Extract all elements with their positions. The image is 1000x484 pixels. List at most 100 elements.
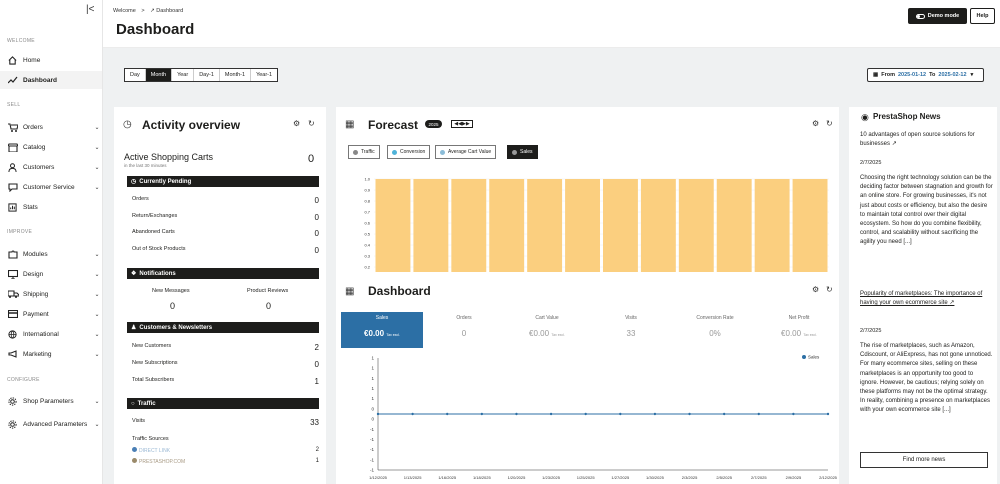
breadcrumb-separator: >: [141, 8, 145, 14]
chip-conversion[interactable]: Conversion: [387, 145, 431, 159]
date-range-picker[interactable]: ▦ From 2025-01-12 To 2025-02-12 ▾: [867, 68, 984, 82]
refresh-icon[interactable]: ↻: [826, 285, 833, 294]
sidebar-item-label: International: [23, 330, 59, 338]
pending-row[interactable]: Abandoned Carts 0: [132, 229, 319, 238]
forecast-nav-buttons[interactable]: ◀◀ ▶▶: [451, 120, 473, 128]
y-tick-label: 0.9: [364, 188, 370, 193]
traffic-header: ○ Traffic: [127, 398, 319, 409]
legend-dot: [132, 447, 137, 452]
period-day-1-button[interactable]: Day-1: [194, 69, 220, 81]
news-article-date: 2/7/2025: [860, 160, 882, 166]
sidebar-item-international[interactable]: International ⌄: [0, 325, 102, 343]
sidebar-item-payment[interactable]: Payment ⌄: [0, 305, 102, 323]
sidebar-item-stats[interactable]: Stats: [0, 198, 102, 216]
product-reviews-label: Product Reviews: [247, 288, 289, 294]
section-sell: SELL: [7, 102, 21, 108]
period-year-1-button[interactable]: Year-1: [251, 69, 277, 81]
y-tick-label: 1: [371, 366, 374, 371]
range-from: 2025-01-12: [897, 72, 927, 78]
sidebar-item-label: Customer Service: [23, 183, 75, 191]
traffic-source-row[interactable]: DIRECT LINK 2: [132, 447, 319, 454]
sidebar-item-customer-service[interactable]: Customer Service ⌄: [0, 178, 102, 196]
y-tick-label: -1: [370, 457, 374, 462]
traffic-source-row[interactable]: PRESTASHOP.COM 1: [132, 458, 319, 465]
customers-row[interactable]: Total Subscribers 1: [132, 377, 319, 386]
collapse-sidebar-icon[interactable]: |<: [86, 4, 94, 15]
find-more-news-button[interactable]: Find more news: [860, 452, 988, 468]
news-article-title[interactable]: 10 advantages of open source solutions f…: [860, 131, 990, 149]
sidebar-item-modules[interactable]: Modules ⌄: [0, 245, 102, 263]
sidebar-item-shipping[interactable]: Shipping ⌄: [0, 285, 102, 303]
pending-row[interactable]: Out of Stock Products 0: [132, 246, 319, 255]
sidebar-item-marketing[interactable]: Marketing ⌄: [0, 345, 102, 363]
chip-average-cart-value[interactable]: Average Cart Value: [435, 145, 497, 159]
sidebar-item-dashboard[interactable]: Dashboard: [0, 71, 102, 89]
help-button[interactable]: Help: [970, 8, 995, 24]
next-icon[interactable]: ▶▶: [462, 121, 470, 127]
kpi-visits[interactable]: Visits 33: [590, 312, 672, 348]
activity-overview-card: ◷ Activity overview ⚙ ↻ Active Shopping …: [114, 107, 326, 484]
sidebar-item-home[interactable]: Home: [0, 51, 102, 69]
sidebar-item-customers[interactable]: Customers ⌄: [0, 158, 102, 176]
clock-icon: ◷: [123, 119, 132, 130]
x-tick-label: 2/9/2025: [786, 475, 802, 480]
visits-row[interactable]: Visits 33: [132, 418, 319, 427]
news-article-title[interactable]: Popularity of marketplaces: The importan…: [860, 290, 993, 308]
gear-icon[interactable]: ⚙: [812, 119, 819, 128]
x-tick-label: 1/27/2025: [611, 475, 630, 480]
stats-icon: [8, 202, 20, 212]
sidebar-item-orders[interactable]: Orders ⌄: [0, 118, 102, 136]
chevron-down-icon: ⌄: [94, 144, 100, 151]
y-tick-label: 1: [371, 386, 374, 391]
section-improve: IMPROVE: [7, 229, 33, 235]
y-tick-label: 0.6: [364, 221, 370, 226]
period-month-1-button[interactable]: Month-1: [220, 69, 252, 81]
x-tick-label: 1/16/2025: [438, 475, 457, 480]
y-tick-label: 0.7: [364, 210, 370, 215]
user-icon: [8, 162, 20, 172]
y-tick-label: -1: [370, 468, 374, 473]
kpi-cart-value[interactable]: Cart Value €0.00 Tax excl.: [506, 312, 588, 348]
chip-traffic[interactable]: Traffic: [348, 145, 380, 159]
active-carts-value: 0: [308, 153, 315, 165]
period-day-button[interactable]: Day: [125, 69, 146, 81]
previous-icon[interactable]: ◀◀: [454, 121, 462, 127]
refresh-icon[interactable]: ↻: [826, 119, 833, 128]
chevron-down-icon: ⌄: [94, 421, 100, 428]
new-messages-value[interactable]: 0: [170, 301, 175, 311]
breadcrumb-root[interactable]: Welcome: [113, 8, 136, 14]
x-tick-label: 1/23/2025: [542, 475, 561, 480]
cart-icon: [8, 122, 20, 132]
card-icon: [8, 309, 20, 319]
external-link-icon: ↗: [891, 141, 897, 148]
customers-row[interactable]: New Subscriptions 0: [132, 360, 319, 369]
product-reviews-value[interactable]: 0: [266, 301, 271, 311]
customers-row[interactable]: New Customers 2: [132, 343, 319, 352]
prestashop-news-card: ◉ PrestaShop News 10 advantages of open …: [849, 107, 997, 484]
refresh-icon[interactable]: ↻: [308, 119, 315, 128]
chip-sales[interactable]: Sales: [507, 145, 538, 159]
demo-mode-button[interactable]: Demo mode: [908, 8, 967, 24]
sidebar-item-advanced-parameters[interactable]: Advanced Parameters ⌄: [0, 413, 102, 435]
x-tick-label: 1/30/2025: [646, 475, 665, 480]
sidebar-item-label: Catalog: [23, 143, 46, 151]
kpi-orders[interactable]: Orders 0: [423, 312, 505, 348]
gear-icon[interactable]: ⚙: [293, 119, 300, 128]
sidebar-item-catalog[interactable]: Catalog ⌄: [0, 138, 102, 156]
trend-icon: [8, 75, 20, 85]
globe-icon: ○: [131, 400, 135, 407]
gear-icon[interactable]: ⚙: [812, 285, 819, 294]
period-month-button[interactable]: Month: [145, 69, 173, 81]
period-year-button[interactable]: Year: [172, 69, 195, 81]
kpi-conversion-rate[interactable]: Conversion Rate 0%: [674, 312, 756, 348]
kpi-sales[interactable]: Sales €0.00 Tax excl.: [341, 312, 423, 348]
sidebar-item-design[interactable]: Design ⌄: [0, 265, 102, 283]
chevron-down-icon: ⌄: [94, 251, 100, 258]
y-tick-label: 1: [371, 396, 374, 401]
kpi-net-profit[interactable]: Net Profit €0.00 Tax excl.: [758, 312, 840, 348]
y-tick-label: -1: [370, 447, 374, 452]
data-point: [549, 412, 553, 416]
pending-row[interactable]: Orders 0: [132, 196, 319, 205]
sidebar-item-shop-parameters[interactable]: Shop Parameters ⌄: [0, 392, 102, 410]
pending-row[interactable]: Return/Exchanges 0: [132, 213, 319, 222]
